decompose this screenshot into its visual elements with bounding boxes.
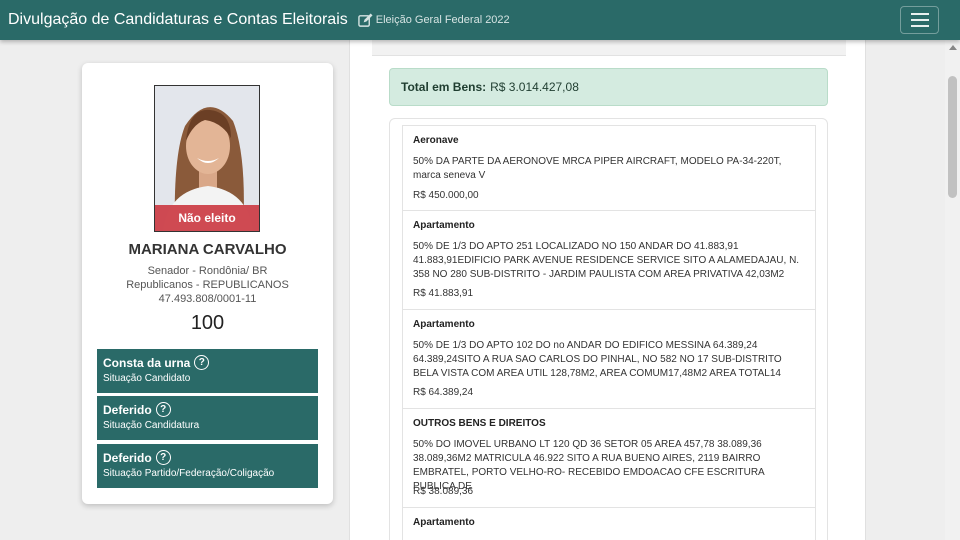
asset-description: 50% DE 1/3 DO APTO 102 DO no ANDAR DO ED…	[413, 340, 782, 379]
menu-icon	[910, 13, 929, 15]
status-subtitle: Situação Partido/Federação/Coligação	[103, 468, 275, 479]
asset-type: Apartamento	[413, 319, 475, 330]
total-assets-box: Total em Bens: R$ 3.014.427,08	[389, 68, 828, 106]
status-subtitle: Situação Candidatura	[103, 420, 200, 431]
assets-list: Aeronave 50% DA PARTE DA AERONOVE MRCA P…	[389, 118, 828, 540]
asset-value: R$ 450.000,00	[413, 190, 479, 201]
election-label: Eleição Geral Federal 2022	[375, 14, 510, 26]
candidate-office: Senador - Rondônia/ BR	[147, 265, 268, 277]
candidate-name: MARIANA CARVALHO	[128, 241, 287, 258]
page-scrollbar[interactable]	[945, 40, 960, 540]
asset-description: 50% DA PARTE DA AERONOVE MRCA PIPER AIRC…	[413, 156, 782, 181]
total-assets-label: Total em Bens:	[401, 80, 487, 94]
not-elected-badge: Não eleito	[155, 205, 259, 231]
candidate-photo: Não eleito	[154, 85, 260, 232]
status-box-candidate: Consta da urna? Situação Candidato	[97, 349, 318, 393]
asset-item: Apartamento 50% DE 1/3 DO APTO 102 DO no…	[402, 309, 816, 409]
status-box-candidacy: Deferido? Situação Candidatura	[97, 396, 318, 440]
top-navbar: Divulgação de Candidaturas e Contas Elei…	[0, 0, 960, 40]
scrollbar-thumb[interactable]	[948, 76, 957, 198]
status-title: Deferido	[103, 450, 152, 465]
status-title: Deferido	[103, 402, 152, 417]
asset-item: Apartamento 50% DE 1/3 DO APTO 251 LOCAL…	[402, 210, 816, 310]
asset-value: R$ 64.389,24	[413, 387, 474, 398]
asset-value: R$ 41.883,91	[413, 288, 474, 299]
asset-item: OUTROS BENS E DIREITOS 50% DO IMOVEL URB…	[402, 408, 816, 508]
asset-type: Apartamento	[413, 517, 475, 528]
help-icon[interactable]: ?	[155, 450, 171, 465]
status-box-party: Deferido? Situação Partido/Federação/Col…	[97, 444, 318, 488]
scroll-up-arrow-icon[interactable]	[949, 45, 957, 50]
candidate-card: Não eleito MARIANA CARVALHO Senador - Ro…	[82, 63, 333, 504]
asset-type: Apartamento	[413, 220, 475, 231]
status-title: Consta da urna	[103, 355, 191, 370]
menu-toggle-button[interactable]	[900, 6, 939, 34]
asset-value: R$ 38.089,36	[413, 486, 474, 497]
help-icon[interactable]: ?	[194, 355, 210, 370]
total-assets-value: R$ 3.014.427,08	[490, 80, 579, 94]
asset-item: Aeronave 50% DA PARTE DA AERONOVE MRCA P…	[402, 125, 816, 211]
asset-type: Aeronave	[413, 135, 459, 146]
assets-panel: Total em Bens: R$ 3.014.427,08 Aeronave …	[349, 40, 866, 540]
help-icon[interactable]: ?	[155, 402, 171, 417]
candidate-party: Republicanos - REPUBLICANOS	[126, 279, 289, 291]
panel-top-strip	[372, 40, 846, 56]
app-title[interactable]: Divulgação de Candidaturas e Contas Elei…	[8, 11, 348, 29]
edit-icon	[357, 12, 373, 28]
asset-item: Apartamento	[402, 507, 816, 540]
asset-description: 50% DE 1/3 DO APTO 251 LOCALIZADO NO 150…	[413, 241, 800, 280]
candidate-cnpj: 47.493.808/0001-11	[158, 293, 257, 305]
asset-type: OUTROS BENS E DIREITOS	[413, 418, 546, 429]
candidate-number: 100	[190, 312, 225, 334]
status-subtitle: Situação Candidato	[103, 373, 191, 384]
